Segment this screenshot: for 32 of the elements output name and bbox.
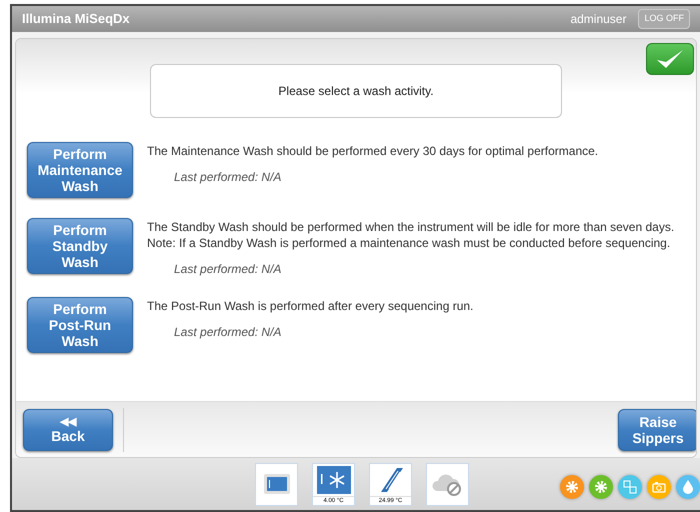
consumable-tile[interactable] (426, 462, 469, 506)
app-title: Illumina MiSeqDx (22, 10, 131, 28)
status-indicator[interactable] (618, 475, 642, 499)
prompt-text: Please select a wash activity. (278, 83, 434, 100)
wash-button[interactable]: Perform Maintenance Wash (27, 142, 133, 198)
drop-icon (683, 480, 693, 494)
last-performed: Last performed: N/A (174, 169, 282, 185)
wash-button[interactable]: Perform Standby Wash (27, 218, 133, 274)
user-name: adminuser (570, 11, 626, 28)
wash-button[interactable]: Perform Post-Run Wash (27, 297, 133, 353)
status-indicator[interactable] (589, 475, 613, 499)
wash-description: The Maintenance Wash should be performed every 30 days for optimal performance. (147, 143, 598, 159)
back-arrow-icon: ◀◀ (60, 416, 76, 428)
camera-icon (652, 481, 666, 493)
consumable-tile[interactable] (255, 462, 298, 506)
wash-description: Note: If a Standby Wash is performed a maintenance wash must be conducted before sequencing. (147, 235, 672, 251)
wash-description: The Standby Wash should be performed when the instrument will be idle for more than seven days. (147, 219, 674, 235)
last-performed: Last performed: N/A (174, 261, 282, 277)
flow-cell-icon (264, 474, 290, 494)
back-button[interactable]: ◀◀ Back (23, 408, 113, 450)
gear-icon (594, 480, 608, 494)
status-indicator[interactable] (676, 475, 700, 499)
raise-sippers-button[interactable]: Raise Sippers (618, 408, 696, 450)
snowflake-cartridge-icon (316, 466, 350, 494)
confirm-button[interactable] (646, 43, 694, 75)
check-icon (655, 48, 685, 70)
grid-icon (623, 480, 637, 494)
last-performed: Last performed: N/A (174, 324, 282, 340)
status-indicator[interactable] (560, 475, 584, 499)
wash-description: The Post-Run Wash is performed after every sequencing run. (147, 298, 474, 314)
status-indicator[interactable] (647, 475, 671, 499)
gear-icon (565, 480, 579, 494)
